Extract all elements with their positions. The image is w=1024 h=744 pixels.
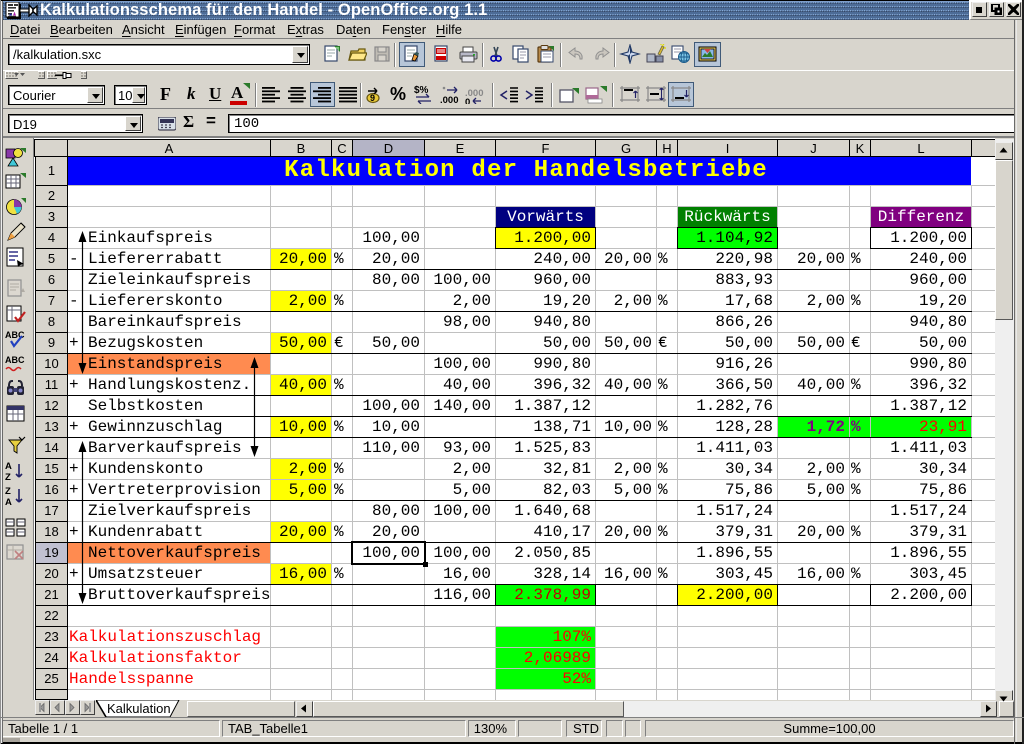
- svg-text:ABC: ABC: [5, 355, 25, 365]
- svg-text:Z: Z: [5, 486, 11, 497]
- svg-text:Z: Z: [5, 472, 11, 482]
- svg-text:A: A: [5, 497, 12, 507]
- svg-text:0: 0: [465, 97, 470, 104]
- svg-text:A: A: [5, 461, 12, 472]
- svg-text:9: 9: [370, 93, 375, 103]
- svg-text:.000: .000: [440, 95, 459, 104]
- svg-text:ABC: ABC: [5, 330, 25, 340]
